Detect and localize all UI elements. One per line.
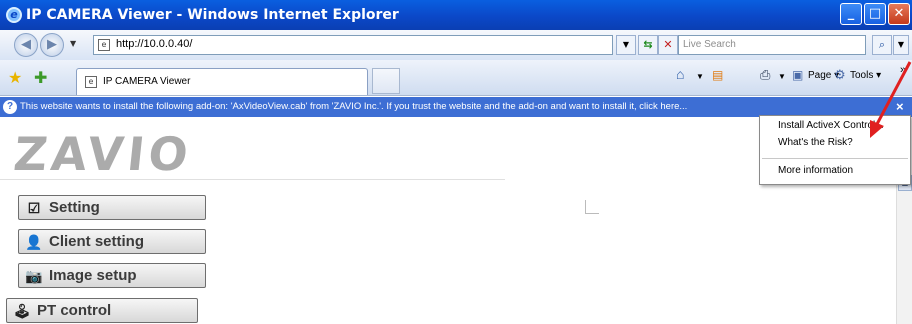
minimize-button[interactable]: _ bbox=[840, 3, 862, 25]
client-setting-label: Client setting bbox=[49, 233, 145, 250]
image-setup-button[interactable]: 📷 Image setup bbox=[18, 263, 206, 288]
forward-button[interactable]: ▶ bbox=[40, 33, 64, 57]
page-icon[interactable]: ▣ bbox=[792, 68, 803, 82]
refresh-icon[interactable]: ⇆ bbox=[638, 35, 658, 55]
stop-icon[interactable]: ✕ bbox=[658, 35, 678, 55]
search-placeholder: Live Search bbox=[683, 39, 736, 50]
client-setting-button[interactable]: 👤 Client setting bbox=[18, 229, 206, 254]
history-dropdown-icon[interactable]: ▼ bbox=[70, 39, 76, 48]
title-bar: e IP CAMERA Viewer - Windows Internet Ex… bbox=[0, 0, 912, 30]
setting-button[interactable]: ☑ Setting bbox=[18, 195, 206, 220]
url-text: http://10.0.0.40/ bbox=[116, 38, 193, 50]
checkbox-icon: ☑ bbox=[27, 200, 41, 216]
page-favicon-icon: e bbox=[98, 39, 110, 51]
tab-ip-camera-viewer[interactable]: e IP CAMERA Viewer bbox=[76, 68, 368, 95]
browser-window: e IP CAMERA Viewer - Windows Internet Ex… bbox=[0, 0, 912, 324]
address-field[interactable]: e http://10.0.0.40/ bbox=[93, 35, 613, 55]
information-bar[interactable]: ? This website wants to install the foll… bbox=[0, 97, 912, 117]
tab-label: IP CAMERA Viewer bbox=[103, 76, 191, 87]
menu-item-whats-the-risk[interactable]: What's the Risk? bbox=[778, 137, 853, 148]
address-dropdown-icon[interactable]: ▼ bbox=[616, 35, 636, 55]
info-bar-message[interactable]: This website wants to install the follow… bbox=[20, 101, 687, 112]
tab-row: ★ ✚ e IP CAMERA Viewer ⌂ ▼ ▤ ⎙ ▼ ▣ Page … bbox=[0, 60, 912, 96]
image-setup-label: Image setup bbox=[49, 267, 137, 284]
home-dropdown-icon[interactable]: ▼ bbox=[696, 72, 704, 81]
pt-control-button[interactable]: 🕹 PT control bbox=[6, 298, 198, 323]
search-input[interactable]: Live Search bbox=[678, 35, 866, 55]
zavio-logo: ZAVIO bbox=[11, 127, 195, 181]
header-divider bbox=[0, 179, 505, 180]
tab-favicon-icon: e bbox=[85, 76, 97, 88]
red-arrow-annotation bbox=[870, 61, 912, 138]
menu-separator bbox=[762, 158, 908, 159]
close-button[interactable]: ✕ bbox=[888, 3, 910, 25]
back-button[interactable]: ◀ bbox=[14, 33, 38, 57]
activex-placeholder bbox=[585, 200, 599, 214]
address-row: ◀ ▶ ▼ e http://10.0.0.40/ ▼ ⇆ ✕ Live Sea… bbox=[0, 30, 912, 60]
setting-label: Setting bbox=[49, 199, 100, 216]
home-icon[interactable]: ⌂ bbox=[676, 66, 684, 82]
add-favorites-icon[interactable]: ✚ bbox=[34, 68, 47, 87]
joystick-icon: 🕹 bbox=[13, 303, 31, 319]
print-icon[interactable]: ⎙ bbox=[760, 67, 770, 83]
search-icon[interactable]: ⌕ bbox=[872, 35, 892, 55]
menu-item-more-information[interactable]: More information bbox=[778, 165, 853, 176]
window-title: IP CAMERA Viewer - Windows Internet Expl… bbox=[26, 7, 399, 23]
feeds-icon[interactable]: ▤ bbox=[712, 68, 723, 82]
user-icon: 👤 bbox=[25, 234, 43, 250]
maximize-button[interactable]: □ bbox=[864, 3, 886, 25]
favorites-star-icon[interactable]: ★ bbox=[8, 68, 22, 87]
new-tab-button[interactable] bbox=[372, 68, 400, 94]
arrow-shaft bbox=[874, 61, 912, 127]
print-dropdown-icon[interactable]: ▼ bbox=[778, 72, 786, 81]
camera-icon: 📷 bbox=[25, 268, 43, 284]
ie-logo-icon: e bbox=[6, 7, 22, 23]
info-question-icon: ? bbox=[3, 100, 17, 114]
tools-gear-icon[interactable]: ⚙ bbox=[834, 67, 846, 83]
search-options-icon[interactable]: ▼ bbox=[893, 35, 909, 55]
pt-control-label: PT control bbox=[37, 302, 112, 319]
